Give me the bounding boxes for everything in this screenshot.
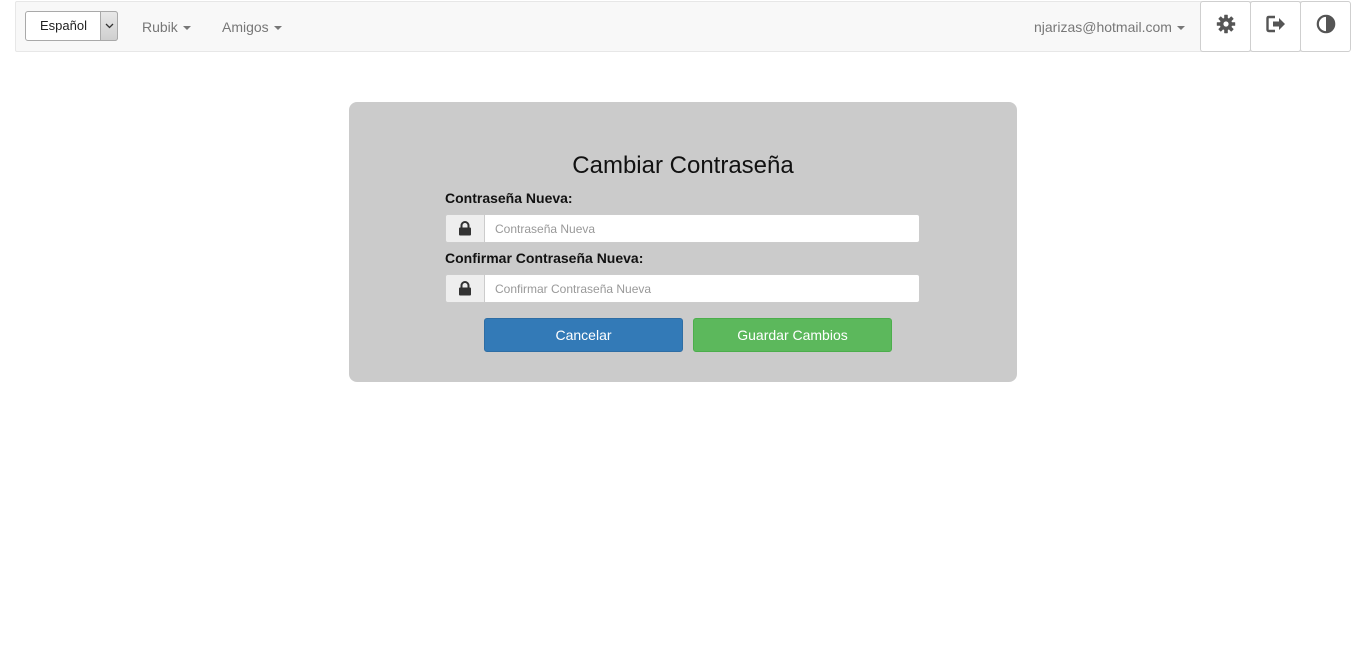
user-menu[interactable]: njarizas@hotmail.com [1034, 19, 1185, 35]
save-changes-button[interactable]: Guardar Cambios [693, 318, 892, 352]
logout-icon [1265, 15, 1286, 38]
settings-button[interactable] [1200, 1, 1251, 52]
user-email: njarizas@hotmail.com [1034, 19, 1172, 35]
lock-icon [445, 274, 485, 303]
language-select[interactable]: Español [25, 11, 118, 41]
caret-down-icon [1176, 26, 1185, 31]
contrast-button[interactable] [1300, 1, 1351, 52]
top-navbar: Español Rubik Amigos njarizas@hotmail.co… [15, 1, 1351, 52]
language-select-value: Español [40, 18, 87, 33]
contrast-icon [1316, 14, 1336, 39]
new-password-input[interactable] [484, 214, 920, 243]
caret-down-icon [273, 26, 282, 31]
menu-amigos-label: Amigos [222, 19, 269, 35]
menu-rubik-label: Rubik [142, 19, 178, 35]
confirm-password-input[interactable] [484, 274, 920, 303]
menu-amigos[interactable]: Amigos [222, 19, 282, 35]
logout-button[interactable] [1250, 1, 1301, 52]
confirm-password-group [445, 274, 920, 303]
new-password-label: Contraseña Nueva: [445, 190, 573, 206]
confirm-password-label: Confirmar Contraseña Nueva: [445, 250, 644, 266]
settings-gear-icon [1216, 14, 1236, 39]
page-title: Cambiar Contraseña [572, 152, 794, 179]
caret-down-icon [182, 26, 191, 31]
change-password-panel: Cambiar Contraseña Contraseña Nueva: Con… [349, 102, 1017, 382]
cancel-button[interactable]: Cancelar [484, 318, 683, 352]
new-password-group [445, 214, 920, 243]
lock-icon [445, 214, 485, 243]
chevron-down-icon[interactable] [100, 11, 118, 41]
menu-rubik[interactable]: Rubik [142, 19, 191, 35]
